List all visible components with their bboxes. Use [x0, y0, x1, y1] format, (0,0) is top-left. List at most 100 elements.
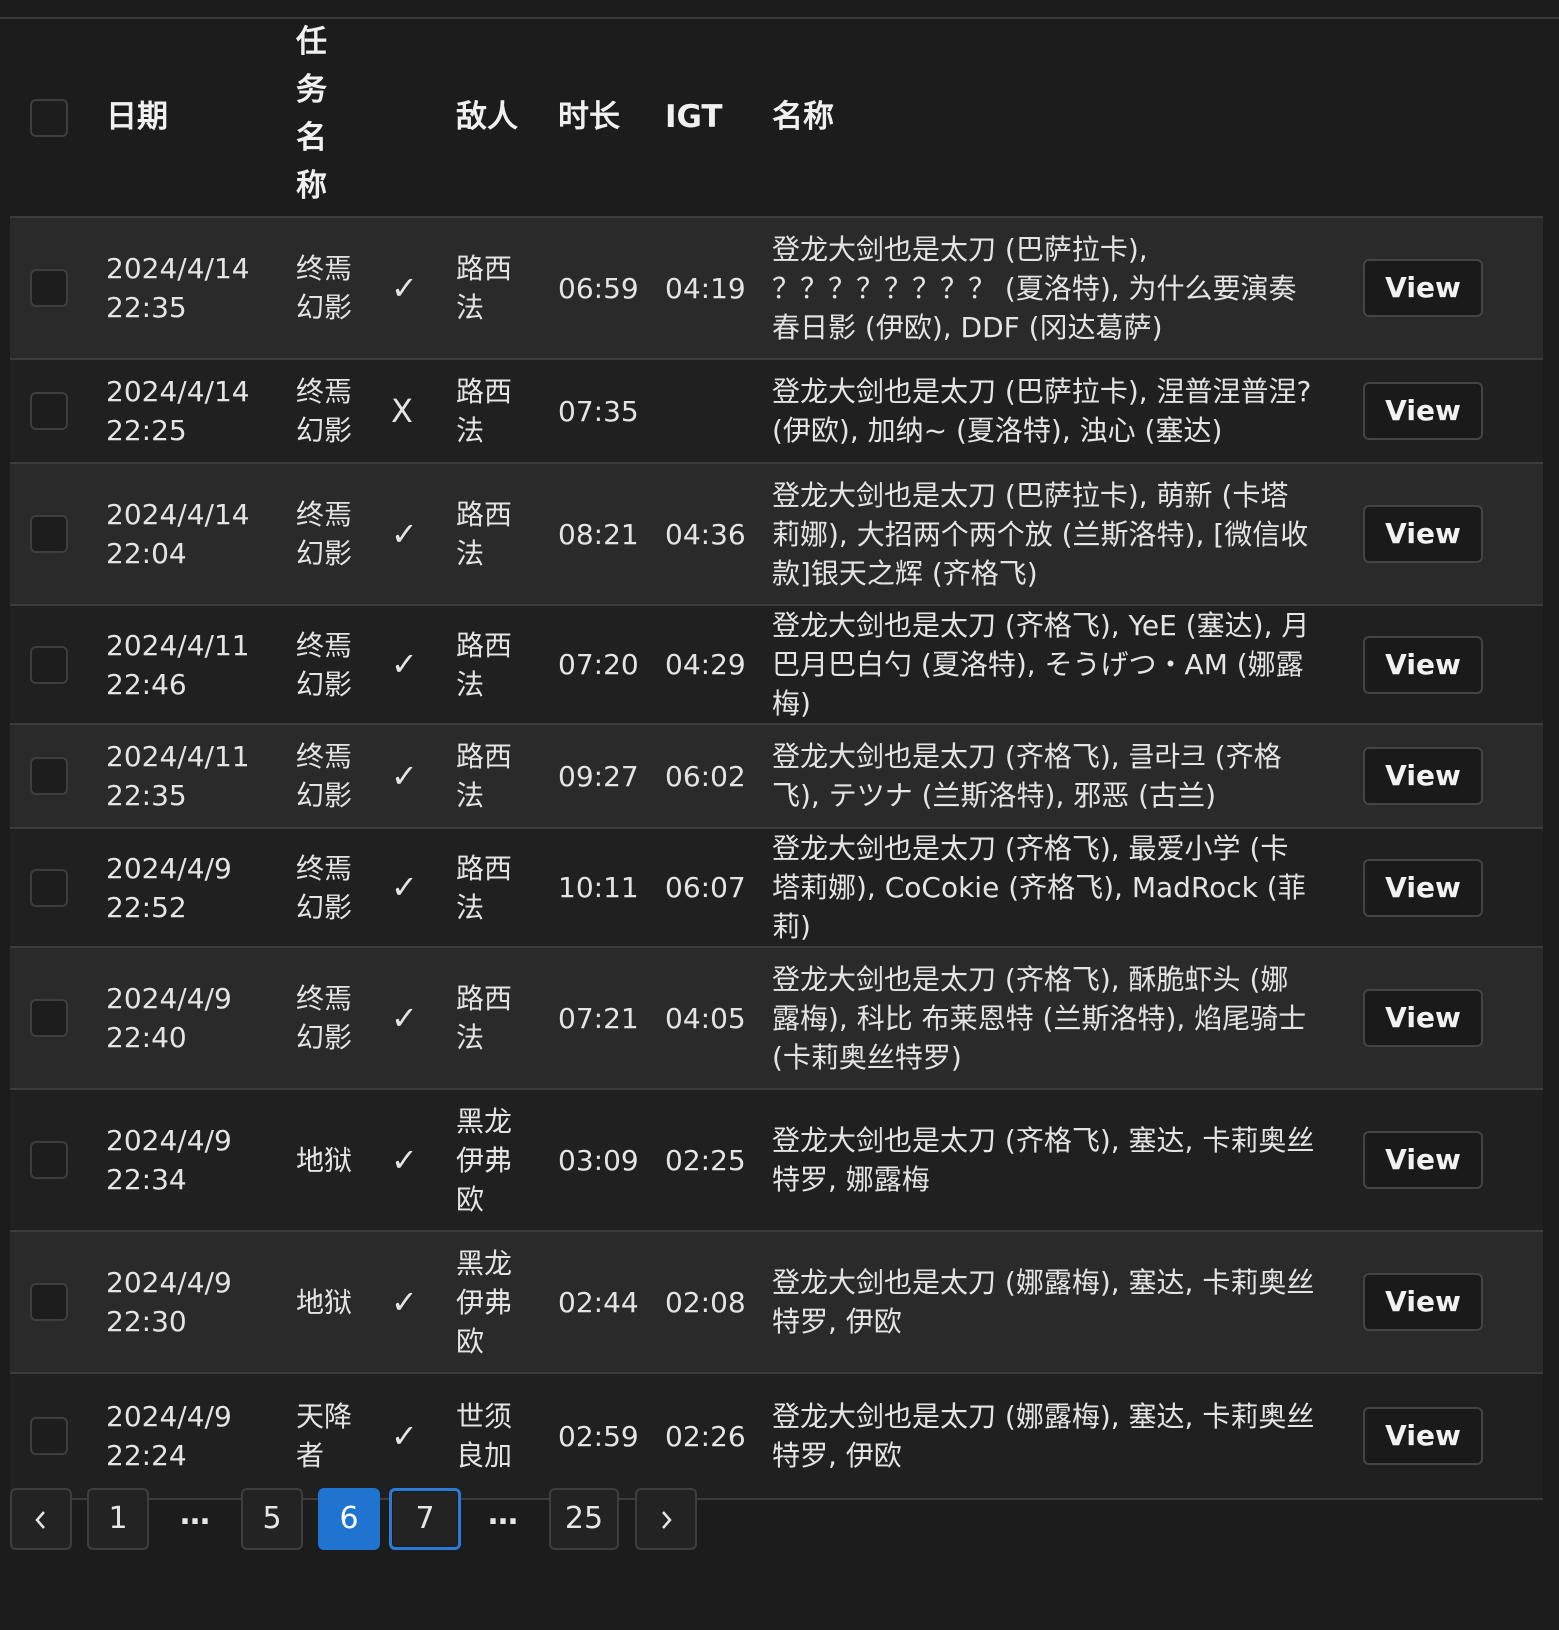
- table-row[interactable]: 2024/4/9 22:34 地狱 ✓ 黑龙伊弗欧 03:09 02:25 登龙大…: [10, 1089, 1543, 1231]
- header-date[interactable]: 日期: [106, 19, 296, 218]
- row-names: 登龙大剑也是太刀 (齐格飞), 最爱小学 (卡塔莉娜), CoCokie (齐格…: [772, 828, 1345, 947]
- row-time: 22:40: [106, 1021, 187, 1054]
- table-row[interactable]: 2024/4/9 22:30 地狱 ✓ 黑龙伊弗欧 02:44 02:08 登龙大…: [10, 1231, 1543, 1373]
- row-time: 22:46: [106, 667, 187, 701]
- page-button[interactable]: 25: [549, 1488, 619, 1550]
- view-button[interactable]: View: [1363, 747, 1483, 805]
- row-task: 终焉幻影: [296, 375, 353, 447]
- page-button[interactable]: 7: [389, 1488, 461, 1550]
- row-checkbox[interactable]: [30, 392, 68, 430]
- row-time: 22:30: [106, 1305, 187, 1338]
- row-names: 登龙大剑也是太刀 (娜露梅), 塞达, 卡莉奥丝特罗, 伊欧: [772, 1231, 1345, 1373]
- row-checkbox[interactable]: [30, 269, 68, 307]
- row-result: X: [391, 359, 456, 463]
- header-igt[interactable]: IGT: [665, 19, 772, 218]
- prev-page-button[interactable]: [10, 1488, 72, 1550]
- next-page-button[interactable]: [635, 1488, 697, 1550]
- view-button[interactable]: View: [1363, 989, 1483, 1047]
- header-enemy[interactable]: 敌人: [456, 19, 558, 218]
- header-task[interactable]: 任务名称: [296, 18, 334, 210]
- page-button[interactable]: 5: [241, 1488, 303, 1550]
- row-result: ✓: [391, 1231, 456, 1373]
- pagination-ellipsis: …: [488, 1497, 518, 1532]
- row-names: 登龙大剑也是太刀 (齐格飞), 酥脆虾头 (娜露梅), 科比 布莱恩特 (兰斯洛…: [772, 947, 1345, 1089]
- row-igt: 02:26: [665, 1373, 772, 1499]
- view-button[interactable]: View: [1363, 635, 1483, 694]
- table-row[interactable]: 2024/4/14 22:04 终焉幻影 ✓ 路西法 08:21 04:36 登龙…: [10, 463, 1543, 605]
- chevron-left-icon: [35, 1510, 45, 1529]
- row-igt: 04:36: [665, 463, 772, 605]
- row-date: 2024/4/11: [106, 628, 250, 662]
- page-button-current[interactable]: 6: [318, 1488, 380, 1550]
- view-button[interactable]: View: [1363, 1407, 1483, 1465]
- table-header-row: 日期 任务名称 敌人 时长 IGT 名称: [10, 18, 1543, 218]
- row-igt: 02:25: [665, 1089, 772, 1231]
- row-task: 终焉幻影: [296, 851, 353, 924]
- row-date: 2024/4/9: [106, 851, 232, 885]
- row-checkbox[interactable]: [30, 999, 68, 1037]
- row-result: ✓: [391, 605, 456, 724]
- row-checkbox[interactable]: [30, 515, 68, 553]
- view-button[interactable]: View: [1363, 1273, 1483, 1331]
- row-checkbox[interactable]: [30, 757, 68, 795]
- row-result: ✓: [391, 1373, 456, 1499]
- row-time: 22:35: [106, 291, 187, 324]
- row-enemy: 路西法: [456, 498, 513, 570]
- row-checkbox[interactable]: [30, 1283, 68, 1321]
- row-duration: 09:27: [558, 724, 665, 828]
- table-row[interactable]: 2024/4/11 22:35 终焉幻影 ✓ 路西法 09:27 06:02 登龙…: [10, 724, 1543, 828]
- row-result: ✓: [391, 1089, 456, 1231]
- header-duration[interactable]: 时长: [558, 19, 665, 218]
- row-time: 22:35: [106, 779, 187, 812]
- select-all-checkbox[interactable]: [30, 98, 68, 137]
- view-button[interactable]: View: [1363, 259, 1483, 317]
- row-task: 天降者: [296, 1400, 353, 1472]
- row-date: 2024/4/14: [106, 498, 250, 531]
- row-result: ✓: [391, 217, 456, 359]
- row-date: 2024/4/9: [106, 1124, 232, 1157]
- row-duration: 07:35: [558, 359, 665, 463]
- row-task: 终焉幻影: [296, 740, 353, 812]
- header-names[interactable]: 名称: [772, 19, 1345, 218]
- pagination-ellipsis: …: [180, 1497, 210, 1532]
- row-checkbox[interactable]: [30, 868, 68, 907]
- view-button[interactable]: View: [1363, 382, 1483, 440]
- row-igt: 06:07: [665, 828, 772, 947]
- view-button[interactable]: View: [1363, 1131, 1483, 1189]
- row-names: 登龙大剑也是太刀 (齐格飞), 塞达, 卡莉奥丝特罗, 娜露梅: [772, 1089, 1345, 1231]
- row-date: 2024/4/9: [106, 1266, 232, 1299]
- row-checkbox[interactable]: [30, 1141, 68, 1179]
- row-duration: 02:59: [558, 1373, 665, 1499]
- row-task: 终焉幻影: [296, 498, 353, 570]
- row-task: 地狱: [296, 1285, 353, 1319]
- table-row[interactable]: 2024/4/9 22:24 天降者 ✓ 世须良加 02:59 02:26 登龙大…: [10, 1373, 1543, 1499]
- row-duration: 07:21: [558, 947, 665, 1089]
- view-button[interactable]: View: [1363, 858, 1483, 917]
- row-enemy: 黑龙伊弗欧: [456, 1104, 513, 1216]
- table-row[interactable]: 2024/4/11 22:46 终焉幻影 ✓ 路西法 07:20 04:29 登龙…: [10, 605, 1543, 724]
- row-date: 2024/4/11: [106, 740, 250, 773]
- row-igt: 04:19: [665, 217, 772, 359]
- row-enemy: 路西法: [456, 740, 513, 812]
- table-row[interactable]: 2024/4/14 22:25 终焉幻影 X 路西法 07:35 登龙大剑也是太刀…: [10, 359, 1543, 463]
- page-button[interactable]: 1: [87, 1488, 149, 1550]
- row-duration: 10:11: [558, 828, 665, 947]
- row-igt: 04:29: [665, 605, 772, 724]
- row-date: 2024/4/14: [106, 252, 250, 285]
- row-duration: 08:21: [558, 463, 665, 605]
- row-checkbox[interactable]: [30, 645, 68, 684]
- row-task: 地狱: [296, 1143, 353, 1177]
- row-igt: [665, 359, 772, 463]
- row-date: 2024/4/14: [106, 375, 250, 408]
- row-task: 终焉幻影: [296, 982, 353, 1054]
- row-duration: 06:59: [558, 217, 665, 359]
- table-row[interactable]: 2024/4/14 22:35 终焉幻影 ✓ 路西法 06:59 04:19 登龙…: [10, 217, 1543, 359]
- row-time: 22:52: [106, 890, 187, 924]
- view-button[interactable]: View: [1363, 505, 1483, 563]
- row-time: 22:34: [106, 1163, 187, 1196]
- table-row[interactable]: 2024/4/9 22:40 终焉幻影 ✓ 路西法 07:21 04:05 登龙大…: [10, 947, 1543, 1089]
- table-row[interactable]: 2024/4/9 22:52 终焉幻影 ✓ 路西法 10:11 06:07 登龙大…: [10, 828, 1543, 947]
- row-enemy: 路西法: [456, 851, 513, 924]
- row-result: ✓: [391, 947, 456, 1089]
- row-checkbox[interactable]: [30, 1417, 68, 1455]
